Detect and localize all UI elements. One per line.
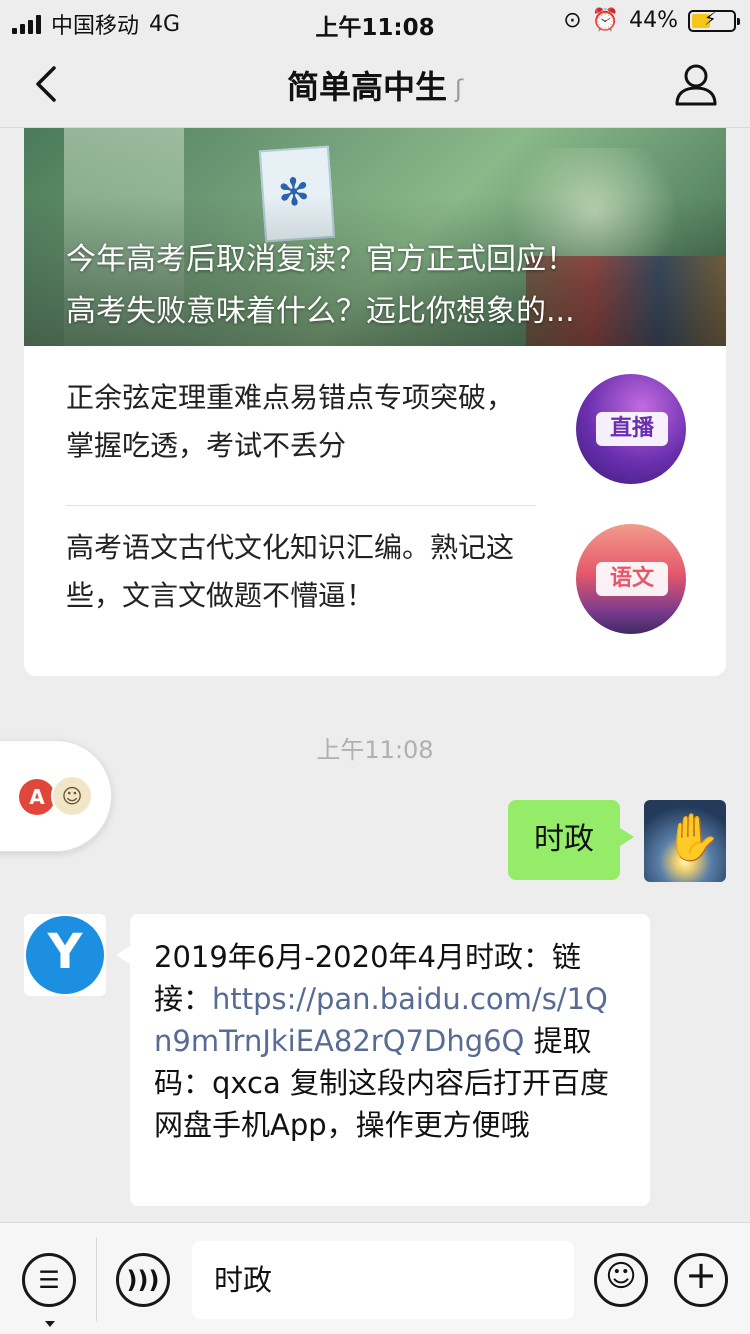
article-thumbnail: 直播 <box>576 374 686 484</box>
chat-title: 简单高中生 <box>286 68 447 106</box>
status-right: ⊙ ⏰ 44% ⚡ <box>563 8 740 33</box>
alarm-icon: ⏰ <box>591 8 620 33</box>
outgoing-message[interactable]: 时政 <box>508 800 634 880</box>
person-icon[interactable] <box>674 62 718 106</box>
incoming-message[interactable]: 2019年6月-2020年4月时政：链接：https://pan.baidu.c… <box>116 914 650 1206</box>
app-avatar-icon: A <box>19 779 55 815</box>
message-input[interactable]: 时政 <box>192 1241 574 1319</box>
thumb-label: 直播 <box>596 412 668 446</box>
sender-avatar[interactable]: Y <box>24 914 106 996</box>
headline-1: 今年高考后取消复读？官方正式回应！ <box>66 242 576 277</box>
nav-bar: 简单高中生 ʃ <box>0 42 750 128</box>
charging-bolt-icon: ⚡ <box>704 8 717 30</box>
battery-icon: ⚡ <box>688 8 740 32</box>
plus-icon[interactable]: + <box>674 1253 728 1307</box>
article-divider <box>66 505 536 506</box>
message-timestamp: 上午11:08 <box>316 736 434 764</box>
article-title: 正余弦定理重难点易错点专项突破，掌握吃透，考试不丢分 <box>66 381 515 462</box>
article-banner[interactable]: ✻ 今年高考后取消复读？官方正式回应！ 高考失败意味着什么？远比你想象的... <box>24 128 726 346</box>
banner-headlines: 今年高考后取消复读？官方正式回应！ 高考失败意味着什么？远比你想象的... <box>66 234 576 338</box>
ear-icon: ʃ <box>454 75 464 103</box>
input-bar: ☰ ))) 时政 ☺ + <box>0 1222 750 1334</box>
cartoon-avatar-icon: ☺ <box>51 775 93 817</box>
article-card[interactable]: ✻ 今年高考后取消复读？官方正式回应！ 高考失败意味着什么？远比你想象的... … <box>24 128 726 676</box>
battery-percent: 44% <box>629 8 678 33</box>
y-logo-icon: Y <box>47 924 83 980</box>
article-thumbnail: 语文 <box>576 524 686 634</box>
menu-caret-icon <box>45 1321 55 1332</box>
emoji-icon[interactable]: ☺ <box>594 1253 648 1307</box>
article-item-1[interactable]: 正余弦定理重难点易错点专项突破，掌握吃透，考试不丢分 直播 <box>66 360 686 496</box>
article-item-2[interactable]: 高考语文古代文化知识汇编。熟记这些，文言文做题不懵逼！ 语文 <box>66 510 686 646</box>
lock-rotation-icon: ⊙ <box>563 8 582 33</box>
page-title: 简单高中生 ʃ <box>0 62 750 108</box>
headline-2: 高考失败意味着什么？远比你想象的... <box>66 294 575 329</box>
input-bar-divider <box>96 1237 97 1321</box>
hand-icon: ✋ <box>664 810 722 864</box>
status-bar: 中国移动 4G 上午11:08 ⊙ ⏰ 44% ⚡ <box>0 0 750 42</box>
article-title: 高考语文古代文化知识汇编。熟记这些，文言文做题不懵逼！ <box>66 531 515 612</box>
floating-window-bubble[interactable]: A ☺ <box>0 740 112 852</box>
my-avatar[interactable]: ✋ <box>644 800 726 882</box>
voice-icon[interactable]: ))) <box>116 1253 170 1307</box>
menu-icon[interactable]: ☰ <box>22 1253 76 1307</box>
thumb-label: 语文 <box>596 562 668 596</box>
